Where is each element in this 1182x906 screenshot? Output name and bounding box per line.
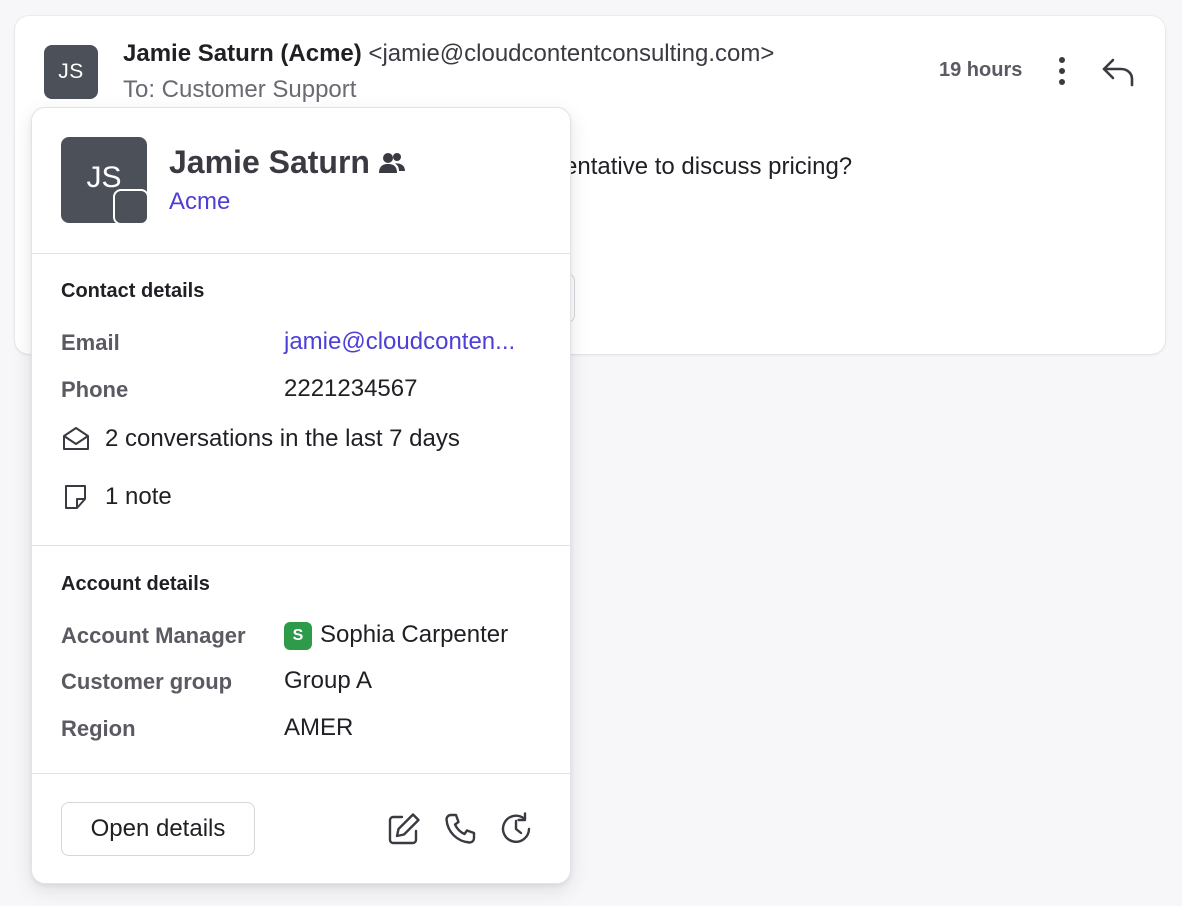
sender-name[interactable]: Jamie Saturn (Acme) [123, 40, 362, 67]
divider [32, 545, 570, 546]
notes-stat[interactable]: 1 note [61, 483, 172, 511]
divider [32, 773, 570, 774]
envelope-open-icon [63, 427, 89, 450]
region-value: AMER [284, 714, 354, 741]
contact-name: Jamie Saturn [169, 144, 370, 180]
edit-icon [388, 813, 420, 845]
call-button[interactable] [440, 809, 480, 849]
avatar-company-badge [113, 189, 149, 225]
history-button[interactable] [496, 809, 536, 849]
region-label: Region [61, 716, 136, 741]
sender-avatar-initials: JS [58, 60, 84, 83]
recipient-line: To: Customer Support [123, 76, 357, 103]
divider [32, 253, 570, 254]
notes-text: 1 note [105, 483, 172, 510]
reply-icon [1102, 58, 1134, 87]
contact-avatar: JS [61, 137, 149, 225]
account-manager-name: Sophia Carpenter [320, 621, 509, 648]
account-manager-value: S Sophia Carpenter [284, 621, 508, 650]
history-icon [501, 812, 531, 843]
contact-name-row: Jamie Saturn [169, 144, 406, 181]
phone-label: Phone [61, 377, 129, 402]
phone-value: 2221234567 [284, 375, 418, 402]
phone-icon [445, 813, 476, 844]
contact-company-link[interactable]: Acme [169, 188, 230, 216]
contact-people-icon [378, 152, 405, 173]
reply-button[interactable] [1099, 54, 1137, 90]
customer-group-value: Group A [284, 667, 373, 694]
manager-avatar-badge: S [284, 622, 312, 650]
note-icon [65, 485, 86, 509]
sender-line: Jamie Saturn (Acme) <jamie@cloudcontentc… [123, 40, 774, 68]
conversations-text: 2 conversations in the last 7 days [105, 425, 460, 452]
edit-button[interactable] [384, 809, 424, 849]
message-body: sentative to discuss pricing? [552, 153, 853, 180]
account-details-heading: Account details [61, 573, 210, 595]
more-vertical-icon [1059, 57, 1065, 85]
customer-group-label: Customer group [61, 669, 233, 694]
account-manager-label: Account Manager [61, 623, 246, 648]
sender-avatar[interactable]: JS [44, 45, 98, 99]
email-label: Email [61, 330, 120, 355]
message-timestamp: 19 hours [939, 59, 1023, 81]
open-details-button[interactable]: Open details [61, 802, 255, 856]
more-options-button[interactable] [1049, 54, 1075, 88]
contact-popover: JS Jamie Saturn Acme Contact details Ema… [31, 107, 571, 884]
contact-details-heading: Contact details [61, 280, 205, 302]
email-value-link[interactable]: jamie@cloudconten... [284, 328, 515, 356]
conversations-stat[interactable]: 2 conversations in the last 7 days [61, 425, 460, 453]
sender-email: <jamie@cloudcontentconsulting.com> [368, 40, 775, 67]
